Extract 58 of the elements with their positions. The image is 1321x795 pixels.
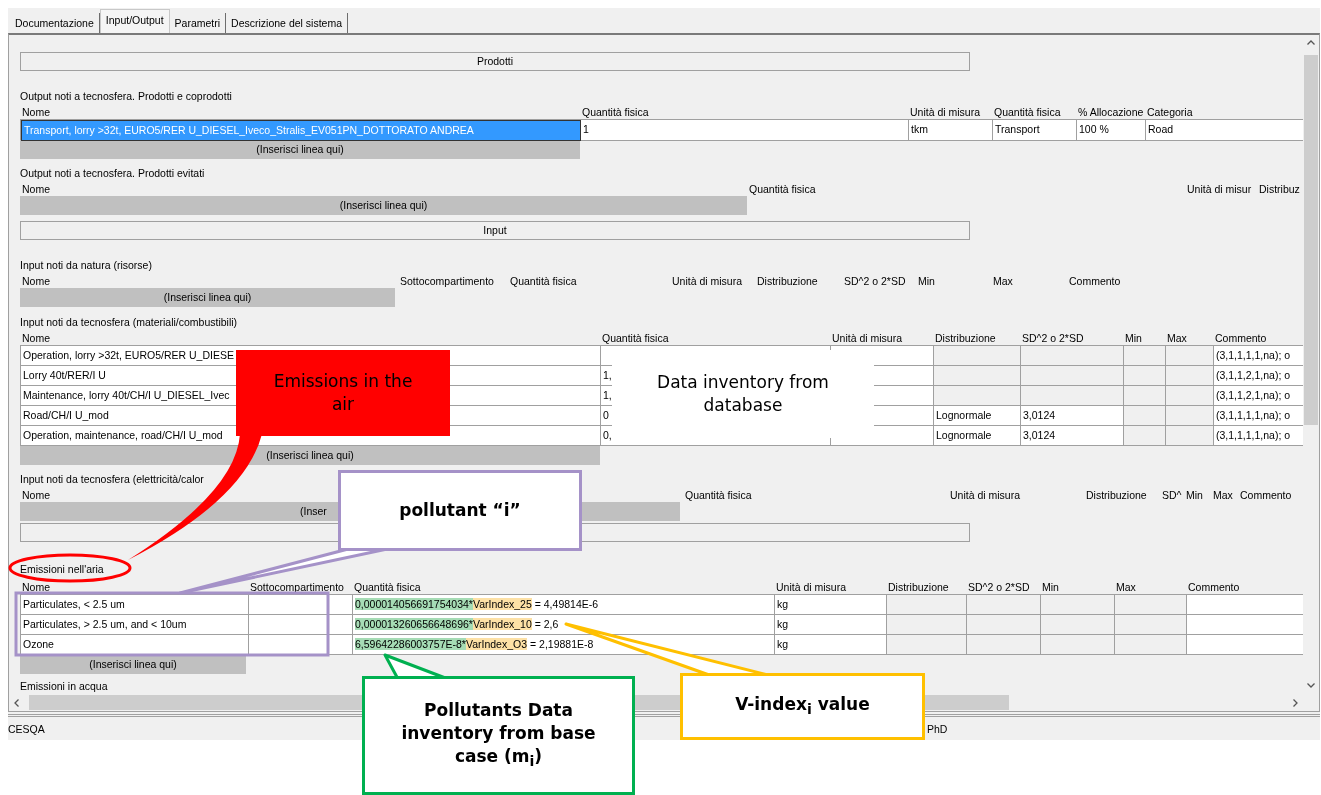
column-header: Categoria — [1147, 106, 1193, 118]
column-header: Sottocompartimento — [250, 581, 344, 593]
section-title: Emissioni in acqua — [20, 680, 108, 692]
section-title: Input noti da tecnosfera (elettricità/calor — [20, 473, 204, 485]
callout-text: Pollutants Data inventory from base case (m$_{i}$) — [400, 699, 597, 772]
column-header: Nome — [22, 275, 50, 287]
column-header: Quantità fisica — [582, 106, 649, 118]
column-header: Nome — [22, 332, 50, 344]
column-header: Distribuzione — [888, 581, 949, 593]
column-header: Commento — [1240, 489, 1292, 501]
column-header: Sottocompartimento — [400, 275, 494, 287]
callout-text: Data inventory from database — [656, 371, 830, 417]
column-header: Min — [1125, 332, 1142, 344]
column-header: Quantità fisica — [994, 106, 1061, 118]
column-header: Nome — [22, 106, 50, 118]
column-header: Max — [1116, 581, 1136, 593]
column-header: Quantità fisica — [354, 581, 421, 593]
section-title: Input noti da tecnosfera (materiali/combustibili) — [20, 316, 238, 328]
column-header: Distribuzione — [757, 275, 818, 287]
callout-text: Emissions in the air — [272, 370, 414, 416]
column-header: % Allocazione — [1078, 106, 1144, 118]
column-header: Unità di misura — [672, 275, 743, 287]
column-header: Nome — [22, 183, 50, 195]
status-text: PhD — [927, 722, 948, 735]
column-header: Min — [1042, 581, 1059, 593]
column-header: Min — [918, 275, 935, 287]
column-header: Quantità fisica — [749, 183, 816, 195]
section-title: Emissioni nell'aria — [20, 563, 104, 575]
callout-text: V-index$_{i}$ value — [735, 693, 870, 720]
section-title: Output noti a tecnosfera. Prodotti e coprodotti — [20, 90, 232, 102]
column-header: SD^ — [1162, 489, 1182, 501]
column-header: Nome — [22, 581, 50, 593]
column-header: Commento — [1188, 581, 1240, 593]
column-header: Unità di misura — [950, 489, 1021, 501]
section-title: Input noti da natura (risorse) — [20, 259, 152, 271]
column-header: Distribuzione — [1086, 489, 1147, 501]
section-title: Output noti a tecnosfera. Prodotti evitati — [20, 167, 205, 179]
column-header: Commento — [1215, 332, 1267, 344]
status-text: CESQA — [8, 722, 45, 735]
column-header: Unità di misura — [776, 581, 847, 593]
column-header: Max — [1213, 489, 1233, 501]
column-header: Quantità fisica — [510, 275, 577, 287]
column-header: Min — [1186, 489, 1203, 501]
column-header: Unità di misur — [1187, 183, 1252, 195]
column-header: Max — [1167, 332, 1187, 344]
column-header: Commento — [1069, 275, 1121, 287]
column-header: Unità di misura — [910, 106, 981, 118]
column-header: Quantità fisica — [602, 332, 669, 344]
column-header: Quantità fisica — [685, 489, 752, 501]
column-header: Nome — [22, 489, 50, 501]
column-header: Distribuzione — [935, 332, 996, 344]
column-header: Unità di misura — [832, 332, 903, 344]
callout-text: pollutant “i” — [399, 499, 521, 522]
column-header: SD^2 o 2*SD — [1022, 332, 1084, 344]
column-header: Distribuz — [1259, 183, 1300, 195]
column-header: SD^2 o 2*SD — [968, 581, 1030, 593]
column-header: Max — [993, 275, 1013, 287]
column-header: SD^2 o 2*SD — [844, 275, 906, 287]
